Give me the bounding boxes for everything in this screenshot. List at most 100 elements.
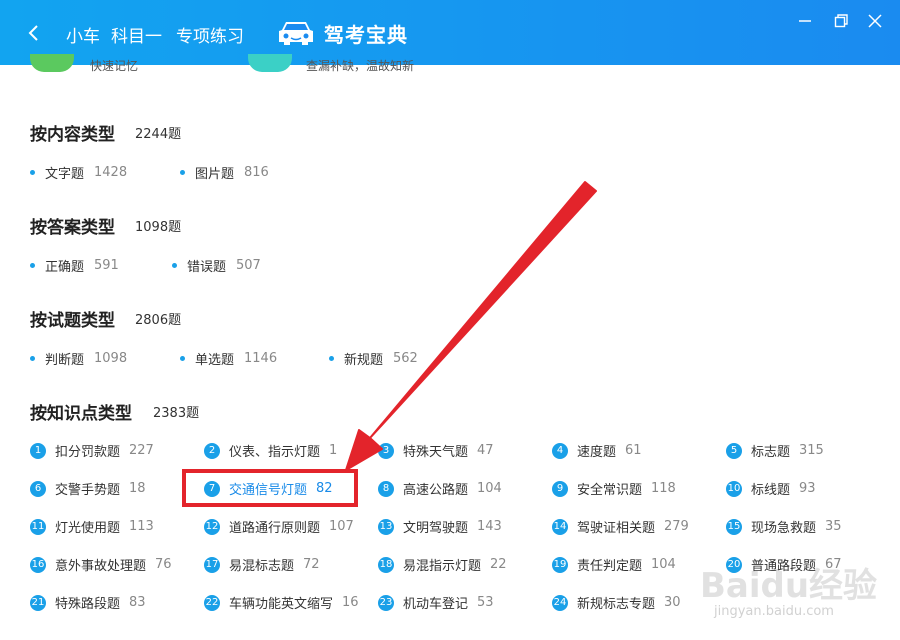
knowledge-item[interactable]: 16 意外事故处理题 76 xyxy=(30,555,172,574)
bullet-icon xyxy=(329,356,334,361)
memory-mode-text: 快速记忆 xyxy=(90,59,139,73)
app-logo: 驾考宝典 xyxy=(276,16,408,50)
item-label: 安全常识题 xyxy=(577,483,643,498)
item-count: 18 xyxy=(129,481,146,496)
section-title-content: 按内容类型 xyxy=(30,125,115,145)
chevron-left-icon xyxy=(28,25,38,41)
highlight-box xyxy=(182,469,358,507)
knowledge-item[interactable]: 11 灯光使用题 113 xyxy=(30,517,154,536)
review-mode-icon[interactable] xyxy=(248,54,292,72)
item-count: 227 xyxy=(129,443,154,458)
bullet-icon xyxy=(30,263,35,268)
title-vehicle: 小车 xyxy=(66,27,100,47)
knowledge-item[interactable]: 22 车辆功能英文缩写 16 xyxy=(204,593,359,612)
knowledge-item[interactable]: 18 易混指示灯题 22 xyxy=(378,555,507,574)
section-title-question: 按试题类型 xyxy=(30,311,115,331)
question-item-single[interactable]: 单选题 1146 xyxy=(180,349,277,368)
number-badge: 12 xyxy=(204,518,220,535)
item-count: 507 xyxy=(236,258,261,273)
item-label: 标线题 xyxy=(751,483,791,498)
item-count: 72 xyxy=(303,557,320,572)
content-item-text[interactable]: 文字题 1428 xyxy=(30,163,127,182)
item-label: 交警手势题 xyxy=(55,483,121,498)
watermark: Baidu经验 jingyan.baidu.com xyxy=(700,558,890,628)
item-label: 易混标志题 xyxy=(229,559,295,574)
title-bar: 小车 科目一 专项练习 驾考宝典 xyxy=(0,0,900,65)
number-badge: 18 xyxy=(378,556,394,573)
answer-item-wrong[interactable]: 错误题 507 xyxy=(172,256,261,275)
memory-mode-icon[interactable] xyxy=(30,54,74,72)
title-mode: 专项练习 xyxy=(176,27,244,47)
knowledge-item[interactable]: 2 仪表、指示灯题 1 xyxy=(204,441,337,460)
knowledge-item[interactable]: 9 安全常识题 118 xyxy=(552,479,676,498)
item-label: 驾驶证相关题 xyxy=(577,521,656,536)
content-item-image[interactable]: 图片题 816 xyxy=(180,163,269,182)
maximize-icon xyxy=(834,14,848,28)
item-count: 315 xyxy=(799,443,824,458)
section-title-answer: 按答案类型 xyxy=(30,218,115,238)
knowledge-item[interactable]: 8 高速公路题 104 xyxy=(378,479,502,498)
number-badge: 19 xyxy=(552,556,568,573)
item-count: 93 xyxy=(799,481,816,496)
close-icon xyxy=(868,14,882,28)
knowledge-item[interactable]: 13 文明驾驶题 143 xyxy=(378,517,502,536)
number-badge: 2 xyxy=(204,442,220,459)
knowledge-item[interactable]: 19 责任判定题 104 xyxy=(552,555,676,574)
knowledge-item[interactable]: 1 扣分罚款题 227 xyxy=(30,441,154,460)
item-label: 意外事故处理题 xyxy=(55,559,147,574)
item-count: 107 xyxy=(329,519,354,534)
item-label: 速度题 xyxy=(577,445,617,460)
item-count: 53 xyxy=(477,595,494,610)
number-badge: 13 xyxy=(378,518,394,535)
number-badge: 9 xyxy=(552,480,568,497)
knowledge-item[interactable]: 15 现场急救题 35 xyxy=(726,517,842,536)
item-label: 道路通行原则题 xyxy=(229,521,321,536)
knowledge-item[interactable]: 12 道路通行原则题 107 xyxy=(204,517,354,536)
back-button[interactable] xyxy=(22,20,46,46)
item-count: 279 xyxy=(664,519,689,534)
item-count: 104 xyxy=(477,481,502,496)
number-badge: 3 xyxy=(378,442,394,459)
number-badge: 10 xyxy=(726,480,742,497)
maximize-button[interactable] xyxy=(832,12,850,30)
number-badge: 16 xyxy=(30,556,46,573)
question-item-newrule[interactable]: 新规题 562 xyxy=(329,349,418,368)
item-count: 1098 xyxy=(94,351,128,366)
title-subject: 科目一 xyxy=(111,27,162,47)
item-label: 灯光使用题 xyxy=(55,521,121,536)
close-button[interactable] xyxy=(866,12,884,30)
number-badge: 11 xyxy=(30,518,46,535)
number-badge: 15 xyxy=(726,518,742,535)
number-badge: 5 xyxy=(726,442,742,459)
knowledge-item[interactable]: 6 交警手势题 18 xyxy=(30,479,146,498)
question-item-judge[interactable]: 判断题 1098 xyxy=(30,349,127,368)
item-count: 1 xyxy=(329,443,338,458)
bullet-icon xyxy=(30,356,35,361)
app-window: 小车 科目一 专项练习 驾考宝典 快速记忆 查漏补缺，温故知新 按内容类型 22… xyxy=(0,0,900,640)
knowledge-item[interactable]: 10 标线题 93 xyxy=(726,479,816,498)
item-count: 591 xyxy=(94,258,119,273)
section-title-knowledge: 按知识点类型 xyxy=(30,404,132,424)
item-label: 标志题 xyxy=(751,445,791,460)
minimize-button[interactable] xyxy=(796,12,814,30)
knowledge-item[interactable]: 5 标志题 315 xyxy=(726,441,824,460)
number-badge: 24 xyxy=(552,594,568,611)
item-count: 118 xyxy=(651,481,676,496)
item-label: 高速公路题 xyxy=(403,483,469,498)
knowledge-item[interactable]: 17 易混标志题 72 xyxy=(204,555,320,574)
item-label: 责任判定题 xyxy=(577,559,643,574)
knowledge-item[interactable]: 21 特殊路段题 83 xyxy=(30,593,146,612)
answer-item-correct[interactable]: 正确题 591 xyxy=(30,256,119,275)
knowledge-item[interactable]: 23 机动车登记 53 xyxy=(378,593,494,612)
knowledge-item[interactable]: 14 驾驶证相关题 279 xyxy=(552,517,689,536)
item-label: 正确题 xyxy=(45,260,85,275)
section-count-answer: 1098题 xyxy=(135,220,182,235)
bullet-icon xyxy=(180,356,185,361)
item-count: 1146 xyxy=(244,351,278,366)
number-badge: 22 xyxy=(204,594,220,611)
knowledge-item[interactable]: 4 速度题 61 xyxy=(552,441,642,460)
item-label: 判断题 xyxy=(45,353,85,368)
knowledge-item[interactable]: 24 新规标志专题 30 xyxy=(552,593,681,612)
number-badge: 1 xyxy=(30,442,46,459)
knowledge-item[interactable]: 3 特殊天气题 47 xyxy=(378,441,494,460)
